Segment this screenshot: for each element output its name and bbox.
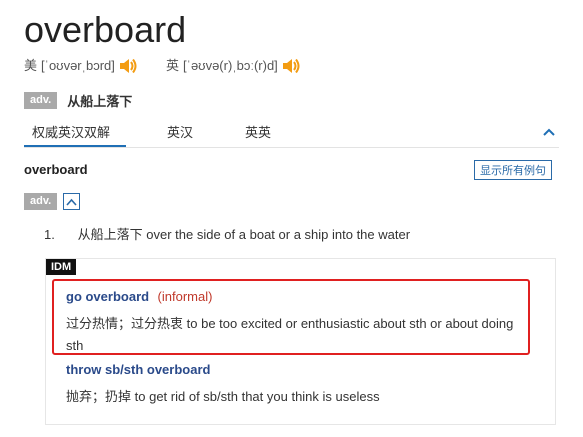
idiom-definition: 抛弃；扔掉 to get rid of sb/sth that you thin… (66, 386, 380, 408)
show-all-examples-button[interactable]: 显示所有例句 (474, 160, 552, 180)
collapse-toggle[interactable] (63, 193, 81, 210)
sense-item: 1. 从船上落下 over the side of a boat or a sh… (44, 226, 410, 244)
idiom-def-cn: 过分热情；过分热衷 (66, 316, 184, 331)
idiom-heading: go overboard (informal) (66, 288, 212, 306)
idiom-definition: 过分热情；过分热衷 to be too excited or enthusias… (66, 313, 521, 357)
tab-en-cn[interactable]: 英汉 (167, 122, 193, 141)
idiom-phrase: throw sb/sth overboard (66, 362, 211, 377)
summary-meaning: 从船上落下 (67, 94, 133, 109)
idiom-def-en: to get rid of sb/sth that you think is u… (134, 389, 380, 404)
entry-pos-row: adv. (24, 193, 81, 210)
speaker-icon[interactable] (281, 57, 301, 75)
chevron-up-icon[interactable] (543, 124, 555, 142)
pronunciation-us: 美 [ˈoʊvərˌbɔrd] (24, 56, 138, 76)
idiom-register: (informal) (157, 289, 213, 304)
sense-cn: 从船上落下 (77, 227, 143, 242)
entry-word: overboard (24, 162, 88, 177)
pos-badge: adv. (24, 92, 58, 109)
speaker-icon[interactable] (118, 57, 138, 75)
summary-row: adv. 从船上落下 (24, 91, 132, 110)
idiom-heading: throw sb/sth overboard (66, 361, 210, 379)
tab-en-en[interactable]: 英英 (245, 122, 271, 141)
pos-badge: adv. (24, 193, 58, 210)
tab-authoritative[interactable]: 权威英汉双解 (32, 122, 110, 141)
sense-number: 1. (44, 227, 55, 242)
pron-us-ipa: [ˈoʊvərˌbɔrd] (41, 58, 115, 73)
pron-us-label: 美 (24, 58, 38, 73)
sense-en: over the side of a boat or a ship into t… (146, 227, 411, 242)
tabs-divider (24, 147, 559, 148)
pron-uk-ipa: [ˈəʊvə(r)ˌbɔː(r)d] (183, 58, 278, 73)
pron-uk-label: 英 (166, 58, 180, 73)
pronunciation-uk: 英 [ˈəʊvə(r)ˌbɔː(r)d] (166, 56, 301, 76)
headword: overboard (24, 9, 187, 50)
idiom-def-cn: 抛弃；扔掉 (66, 389, 132, 404)
idm-badge: IDM (46, 259, 77, 275)
active-tab-indicator (24, 145, 126, 147)
chevron-up-icon (66, 198, 77, 206)
tab-bar: 权威英汉双解 英汉 英英 (24, 118, 559, 148)
idiom-phrase: go overboard (66, 289, 150, 304)
